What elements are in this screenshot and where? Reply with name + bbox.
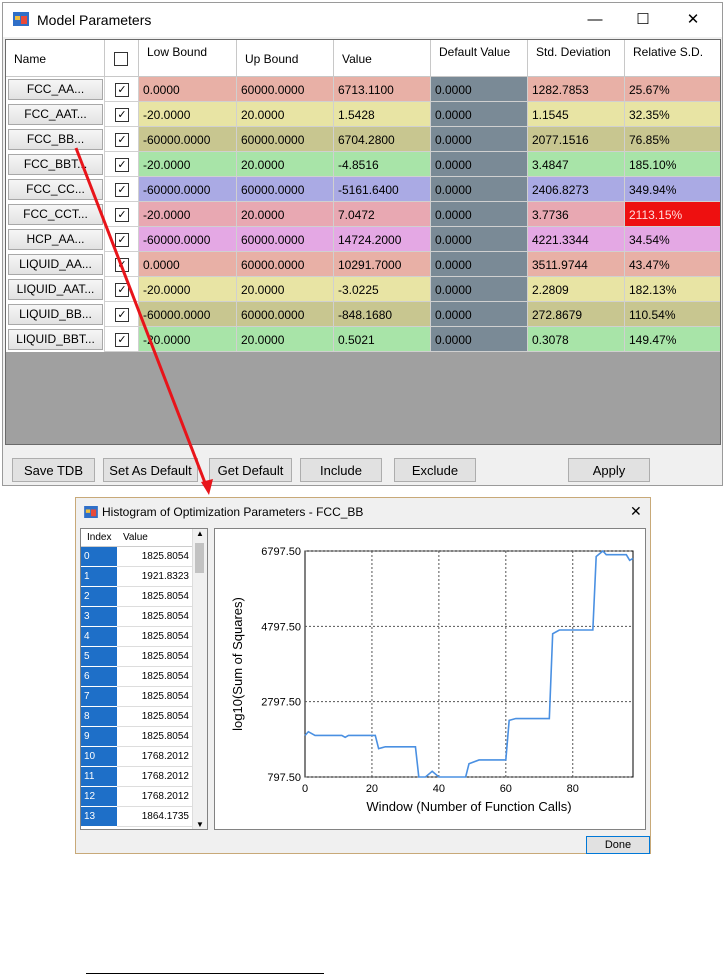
list-value: 1825.8054 [117, 647, 193, 667]
y-tick-label: 4797.50 [261, 621, 301, 633]
x-tick-label: 60 [500, 783, 512, 795]
list-index: 7 [81, 687, 117, 707]
list-item[interactable]: 0 1825.8054 [81, 547, 193, 567]
histogram-window: Histogram of Optimization Parameters - F… [75, 497, 651, 854]
list-value: 1825.8054 [117, 587, 193, 607]
list-value: 1768.2012 [117, 767, 193, 787]
list-index: 0 [81, 547, 117, 567]
list-index: 4 [81, 627, 117, 647]
list-item[interactable]: 1 1921.8323 [81, 567, 193, 587]
list-item[interactable]: 6 1825.8054 [81, 667, 193, 687]
done-button[interactable]: Done [586, 836, 650, 854]
app-icon [84, 506, 98, 518]
y-tick-label: 2797.50 [261, 697, 301, 709]
histogram-title: Histogram of Optimization Parameters - F… [102, 505, 364, 519]
list-header-value[interactable]: Value [117, 529, 193, 546]
list-value: 1768.2012 [117, 787, 193, 807]
list-value: 1825.8054 [117, 547, 193, 567]
list-value: 1825.8054 [117, 727, 193, 747]
x-tick-label: 20 [366, 783, 378, 795]
sum-of-squares-chart: 0 20 40 60 80 797.50 2797.50 4797.50 6797.50 Wind… [230, 546, 634, 814]
list-index: 11 [81, 767, 117, 787]
list-index: 1 [81, 567, 117, 587]
scroll-up-icon[interactable]: ▲ [193, 529, 207, 538]
list-item[interactable]: 12 1768.2012 [81, 787, 193, 807]
list-index: 5 [81, 647, 117, 667]
list-index: 2 [81, 587, 117, 607]
x-axis-label: Window (Number of Function Calls) [366, 799, 571, 814]
plot-frame [304, 550, 634, 778]
list-index: 12 [81, 787, 117, 807]
y-tick-label: 797.50 [267, 772, 301, 784]
list-value: 1768.2012 [117, 747, 193, 767]
list-item[interactable]: 8 1825.8054 [81, 707, 193, 727]
list-index: 9 [81, 727, 117, 747]
close-button[interactable]: ✕ [630, 503, 642, 520]
chart-area: 0 20 40 60 80 797.50 2797.50 4797.50 6797.50 Wind… [214, 528, 646, 830]
list-header-index[interactable]: Index [81, 529, 117, 546]
list-item[interactable]: 7 1825.8054 [81, 687, 193, 707]
list-item[interactable]: 10 1768.2012 [81, 747, 193, 767]
y-tick-label: 6797.50 [261, 546, 301, 558]
list-index: 10 [81, 747, 117, 767]
scroll-thumb[interactable] [195, 543, 204, 573]
list-index: 3 [81, 607, 117, 627]
list-item[interactable]: 5 1825.8054 [81, 647, 193, 667]
list-value: 1825.8054 [117, 707, 193, 727]
y-axis-label: log10(Sum of Squares) [230, 597, 245, 731]
list-value: 1864.1735 [117, 807, 193, 827]
scroll-down-icon[interactable]: ▼ [193, 820, 207, 829]
list-scrollbar[interactable]: ▲ ▼ [192, 529, 207, 829]
list-value: 1921.8323 [117, 567, 193, 587]
list-value: 1825.8054 [117, 687, 193, 707]
list-index: 13 [81, 807, 117, 827]
list-item[interactable]: 13 1864.1735 [81, 807, 193, 827]
x-tick-label: 0 [302, 783, 308, 795]
list-item[interactable]: 2 1825.8054 [81, 587, 193, 607]
list-index: 8 [81, 707, 117, 727]
x-tick-label: 80 [567, 783, 579, 795]
list-item[interactable]: 11 1768.2012 [81, 767, 193, 787]
x-tick-label: 40 [433, 783, 445, 795]
list-value: 1825.8054 [117, 627, 193, 647]
list-index: 6 [81, 667, 117, 687]
list-item[interactable]: 4 1825.8054 [81, 627, 193, 647]
footnote-rule [86, 973, 324, 974]
list-item[interactable]: 9 1825.8054 [81, 727, 193, 747]
values-list[interactable]: Index Value 0 1825.8054 1 1921.8323 2 1825.80… [80, 528, 208, 830]
data-series-line [304, 549, 634, 778]
list-item[interactable]: 3 1825.8054 [81, 607, 193, 627]
list-header: Index Value [81, 529, 193, 547]
list-value: 1825.8054 [117, 667, 193, 687]
list-value: 1825.8054 [117, 607, 193, 627]
